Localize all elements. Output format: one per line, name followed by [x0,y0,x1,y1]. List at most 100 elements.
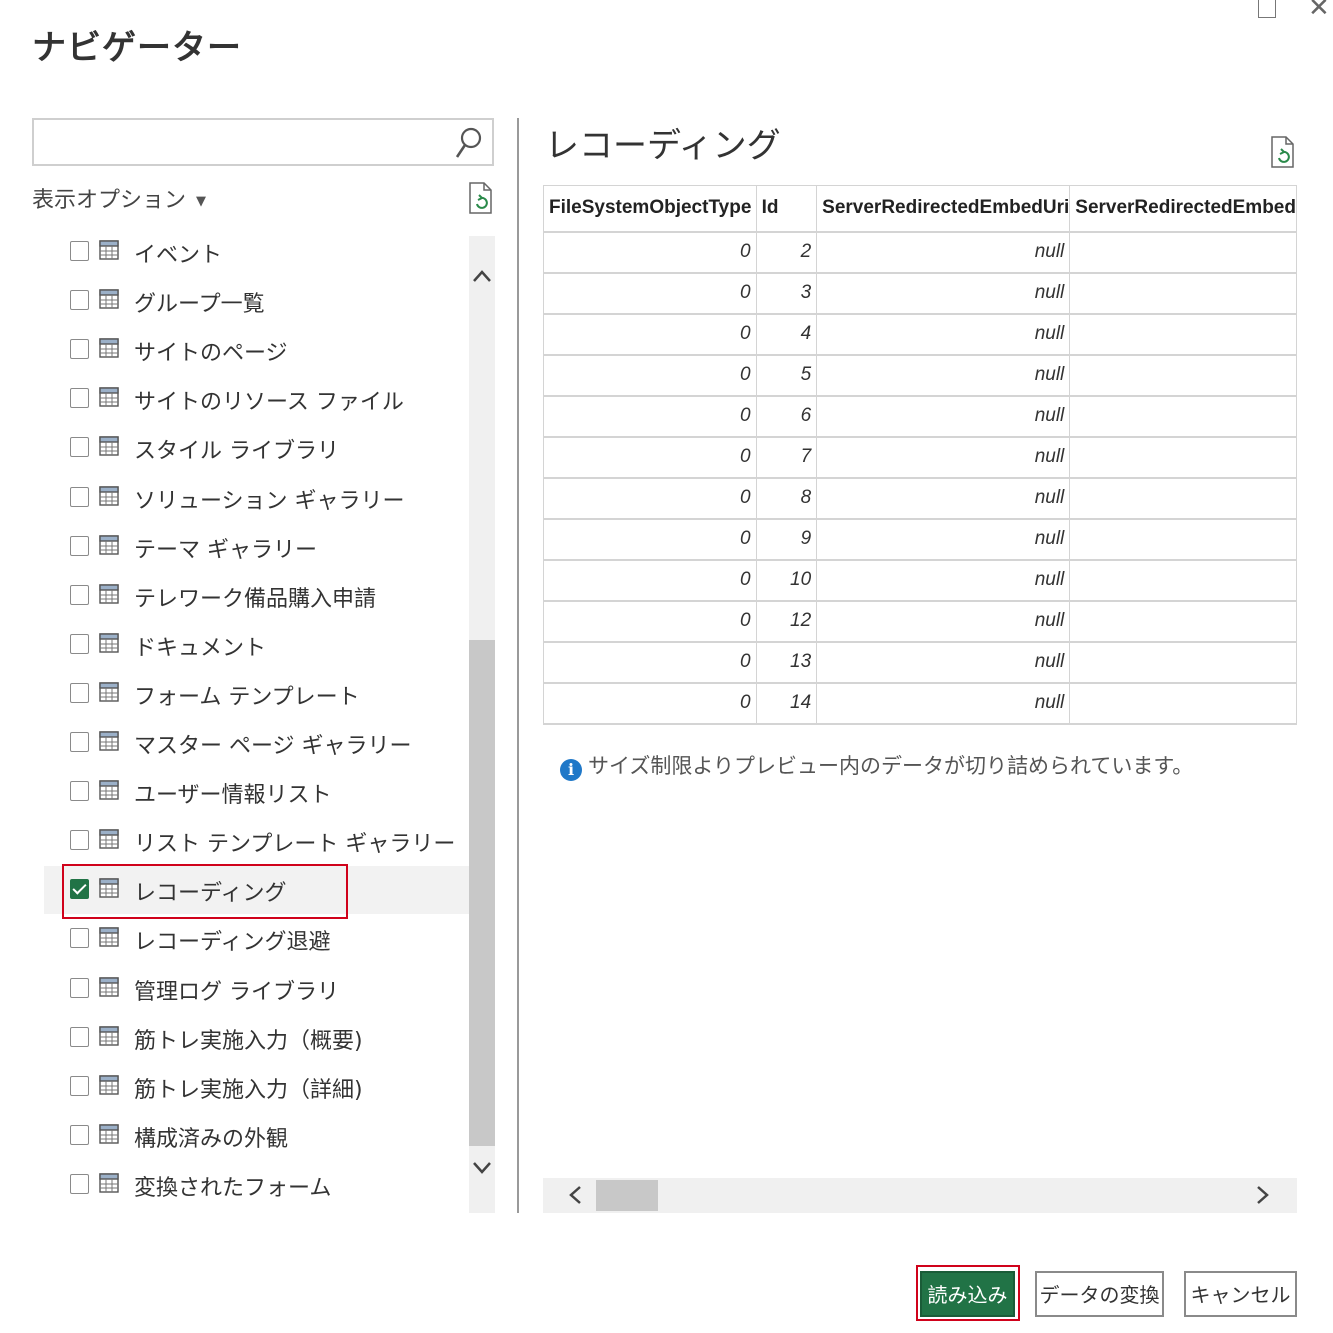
display-options-label: 表示オプション [32,188,187,213]
column-header[interactable]: ServerRedirectedEmbedUri [816,185,1071,233]
cancel-button[interactable]: キャンセル [1184,1271,1297,1317]
checkbox[interactable] [70,1076,89,1096]
close-icon[interactable]: ✕ [1308,0,1330,21]
checkbox[interactable] [70,388,89,408]
chevron-right-icon[interactable] [1251,1184,1273,1206]
transform-data-button[interactable]: データの変換 [1035,1271,1164,1317]
table-icon [99,338,119,358]
checkbox[interactable] [70,487,89,507]
table-cell [1069,600,1297,643]
pane-divider[interactable] [517,118,519,1213]
table-cell: 9 [756,518,818,561]
load-button[interactable]: 読み込み [920,1271,1015,1317]
table-cell: 0 [544,477,757,520]
table-cell: 0 [544,600,757,643]
search-icon[interactable] [454,126,484,160]
checkbox[interactable] [70,683,89,703]
refresh-icon[interactable] [468,182,494,214]
column-header[interactable]: ServerRedirectedEmbed [1069,185,1297,233]
list-item[interactable]: テーマ ギャラリー [44,523,469,571]
checkbox[interactable] [70,437,89,457]
list-item[interactable]: 筋トレ実施入力（詳細) [44,1063,469,1111]
scroll-thumb[interactable] [469,640,495,1146]
list-item[interactable]: 構成済みの外観 [44,1112,469,1160]
scroll-thumb[interactable] [596,1180,658,1211]
checkbox[interactable] [70,1027,89,1047]
checkbox[interactable] [70,1174,89,1194]
table-icon [99,927,119,947]
table-cell: null [816,559,1071,602]
display-options-dropdown[interactable]: 表示オプション ▼ [32,182,206,214]
table-cell [1069,559,1297,602]
list-item[interactable]: イベント [44,228,469,276]
refresh-icon[interactable] [1270,136,1296,168]
checkbox[interactable] [70,536,89,556]
list-item[interactable]: グループ一覧 [44,277,469,325]
table-cell [1069,395,1297,438]
chevron-left-icon[interactable] [565,1184,587,1206]
table-cell [1069,231,1297,274]
table-cell: null [816,231,1071,274]
table-icon [99,633,119,653]
list-item[interactable]: サイトのページ [44,326,469,374]
table-cell: 5 [756,354,818,397]
table-row: 0 3 null [544,272,1297,315]
list-item-label: スタイル ライブラリ [134,439,339,464]
table-list: イベント グループ一覧 サイトのページサイトのリソース ファイル スタイル ライブラリ… [44,228,469,1213]
table-cell [1069,518,1297,561]
checkbox[interactable] [70,732,89,752]
list-item[interactable]: 筋トレ実施入力（概要) [44,1014,469,1062]
list-item[interactable]: 変換されたフォーム [44,1161,469,1209]
table-cell: 0 [544,518,757,561]
list-item[interactable]: リスト テンプレート ギャラリー [44,817,469,865]
table-cell: 0 [544,354,757,397]
list-item[interactable]: マスター ページ ギャラリー [44,719,469,767]
search-input[interactable] [32,118,494,166]
list-item-label: テレワーク備品購入申請 [134,587,377,612]
info-text: サイズ制限よりプレビュー内のデータが切り詰められています。 [588,754,1194,778]
list-item[interactable]: フォーム テンプレート [44,670,469,718]
list-item[interactable]: ソリューション ギャラリー [44,474,469,522]
list-item[interactable]: テレワーク備品購入申請 [44,572,469,620]
list-item[interactable]: 管理ログ ライブラリ [44,965,469,1013]
list-item[interactable]: ドキュメント [44,621,469,669]
table-icon [99,1124,119,1144]
vertical-scrollbar[interactable] [469,236,495,1213]
column-header[interactable]: FileSystemObjectType [544,185,757,233]
table-cell: 2 [756,231,818,274]
list-item-label: 構成済みの外観 [134,1127,289,1152]
list-item[interactable]: サイトのリソース ファイル [44,375,469,423]
list-item[interactable]: レコーディング退避 [44,915,469,963]
checkbox[interactable] [70,585,89,605]
checkbox[interactable] [70,781,89,801]
list-item-label: サイトのリソース ファイル [134,390,404,415]
checkbox[interactable] [70,830,89,850]
checkbox[interactable] [70,241,89,261]
table-icon [99,387,119,407]
checkbox[interactable] [70,339,89,359]
checkbox[interactable] [70,1125,89,1145]
checkbox[interactable] [70,290,89,310]
horizontal-scrollbar[interactable] [543,1178,1297,1213]
list-item-label: 筋トレ実施入力（概要) [134,1029,363,1054]
checkbox[interactable] [70,978,89,998]
list-item[interactable]: ユーザー情報リスト [44,768,469,816]
list-item-label: リスト テンプレート ギャラリー [134,832,456,857]
selection-highlight [62,864,348,919]
table-cell [1069,313,1297,356]
maximize-icon[interactable] [1258,0,1276,18]
list-item-label: テーマ ギャラリー [134,538,317,563]
column-header[interactable]: Id [756,185,818,233]
table-cell: 10 [756,559,818,602]
table-cell: 3 [756,272,818,315]
table-cell [1069,641,1297,684]
list-item-label: 管理ログ ライブラリ [134,980,339,1005]
list-item[interactable]: スタイル ライブラリ [44,424,469,472]
table-row: 0 14 null [544,682,1297,725]
table-cell: null [816,436,1071,479]
chevron-down-icon[interactable] [471,1156,493,1178]
checkbox[interactable] [70,928,89,948]
checkbox[interactable] [70,634,89,654]
chevron-up-icon[interactable] [471,266,493,288]
table-row: 0 6 null [544,395,1297,438]
